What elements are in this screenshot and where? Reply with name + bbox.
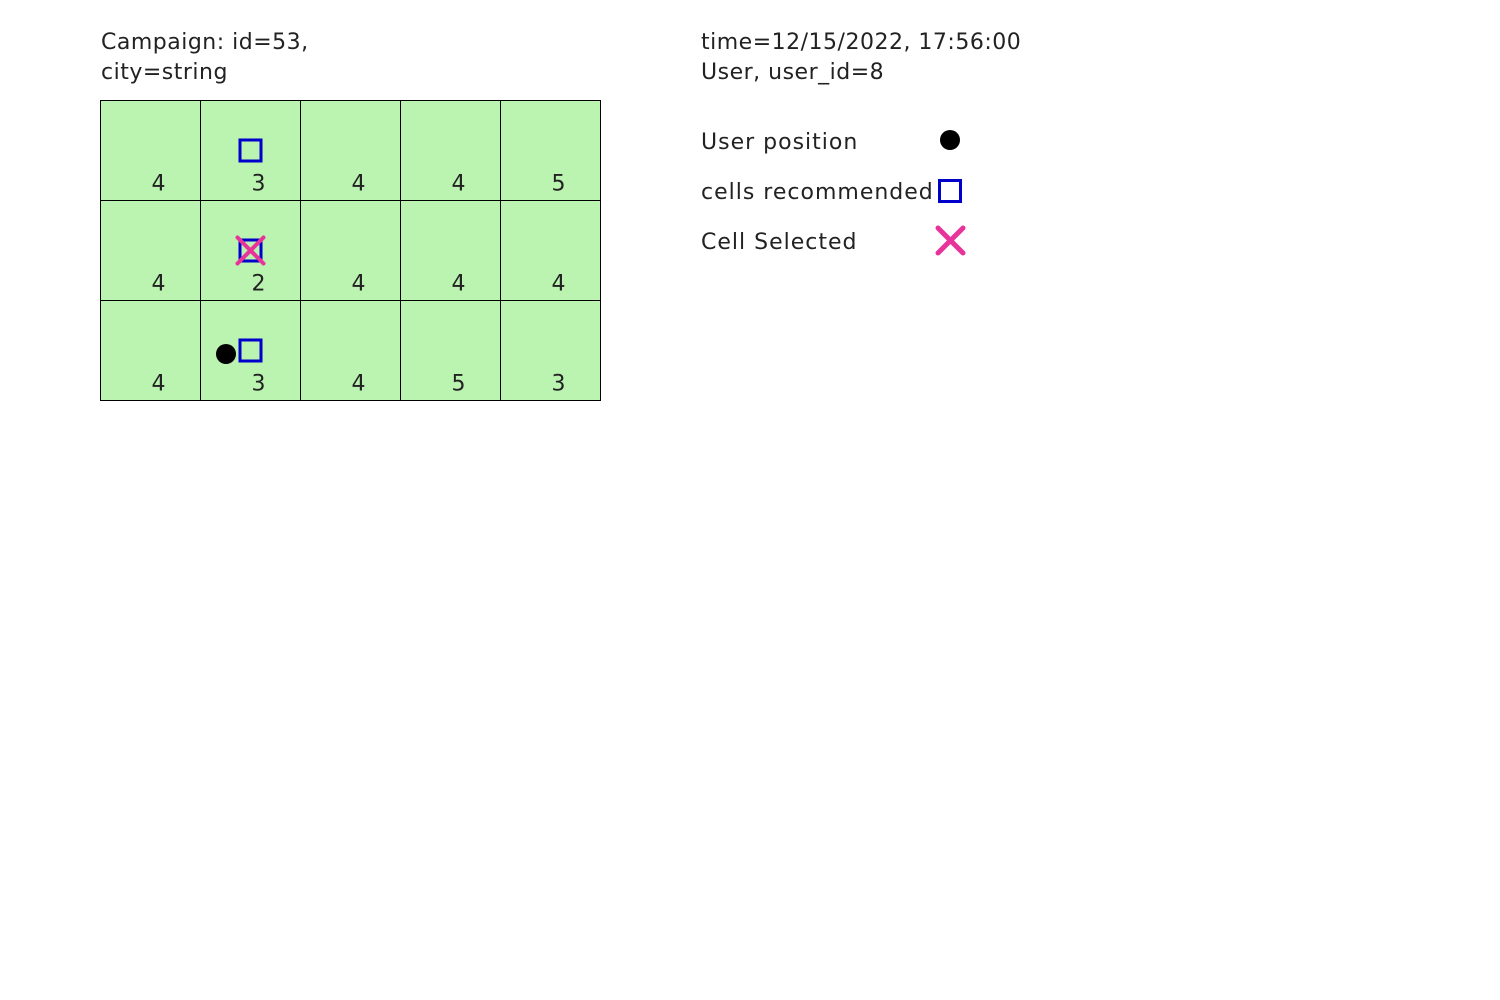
user-position-icon (940, 130, 960, 150)
recommended-square-icon (938, 179, 962, 203)
legend-symbols (935, 130, 966, 256)
selected-x-icon (935, 225, 966, 256)
